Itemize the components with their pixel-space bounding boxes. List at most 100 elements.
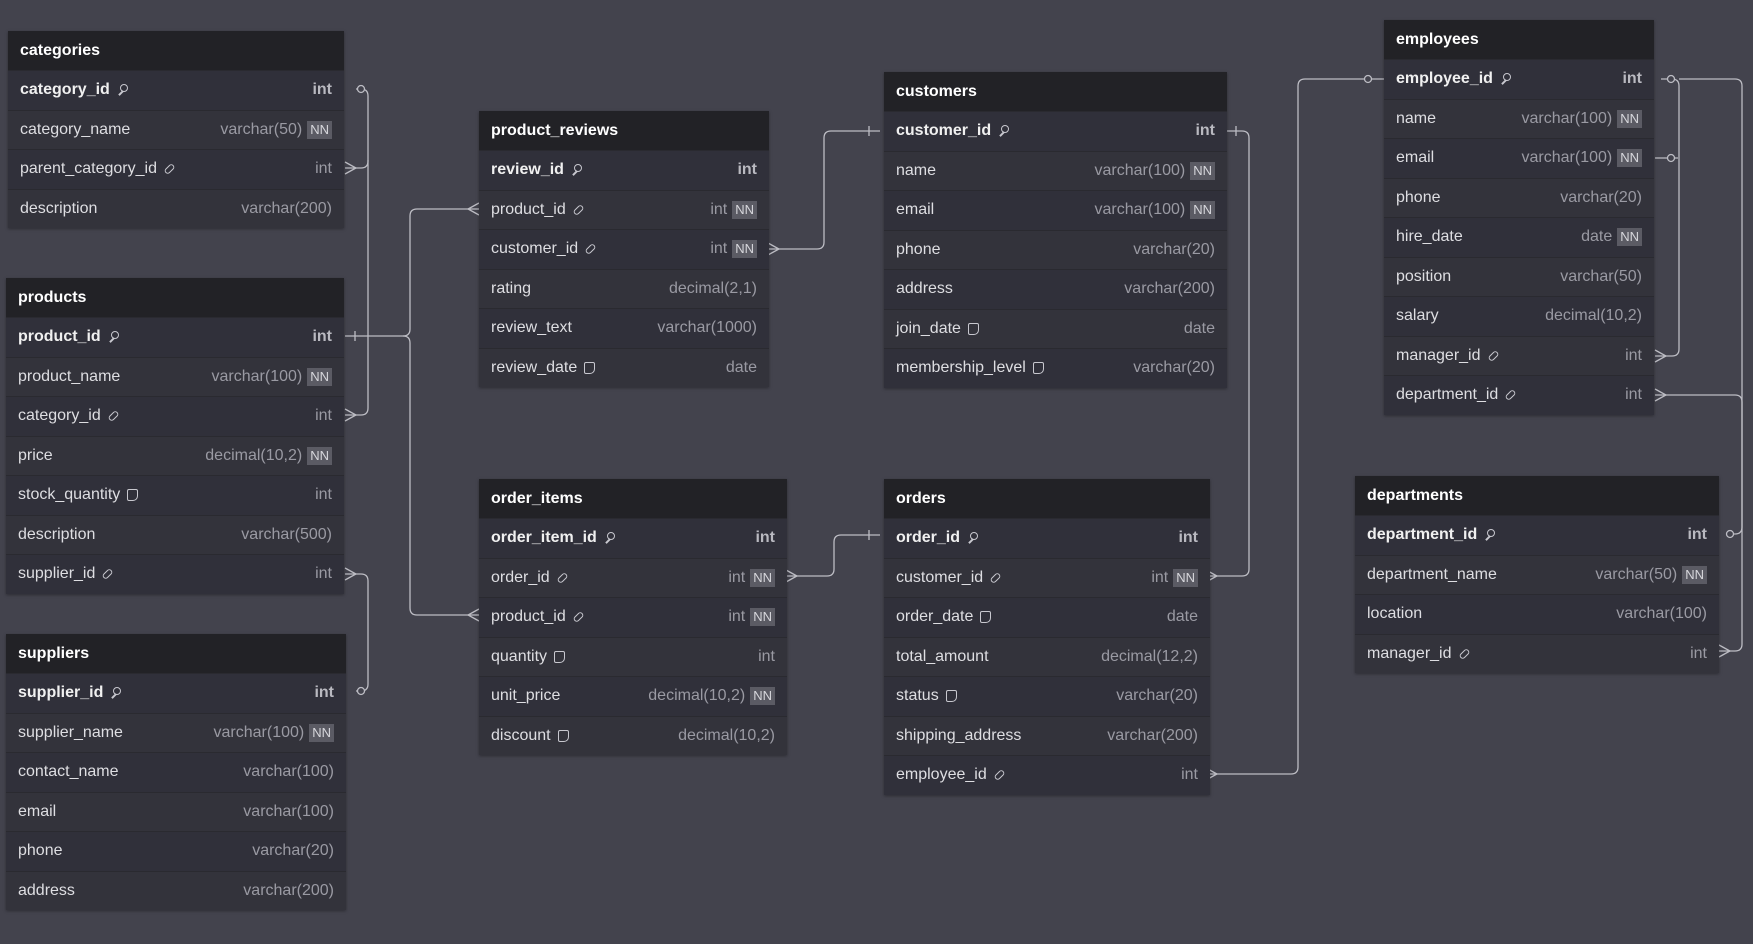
- field-row[interactable]: shipping_address varchar(200): [884, 715, 1210, 755]
- field-type-wrap: int: [737, 161, 757, 179]
- table-header[interactable]: categories: [8, 31, 344, 70]
- link-icon: [989, 572, 1001, 584]
- not-null-badge: NN: [750, 608, 775, 627]
- table-header[interactable]: orders: [884, 479, 1210, 518]
- not-null-badge: NN: [1190, 201, 1215, 220]
- field-row[interactable]: price decimal(10,2) NN: [6, 435, 344, 475]
- field-name-wrap: email: [18, 803, 56, 821]
- field-name: review_date: [491, 358, 578, 376]
- field-type-wrap: int NN: [728, 568, 775, 587]
- field-row[interactable]: quantity int: [479, 636, 787, 676]
- field-row[interactable]: location varchar(100): [1355, 594, 1719, 634]
- field-row[interactable]: description varchar(200): [8, 188, 344, 228]
- field-row[interactable]: product_name varchar(100) NN: [6, 356, 344, 396]
- key-icon: [1483, 529, 1496, 541]
- field-name-wrap: department_id: [1367, 526, 1496, 544]
- field-type: varchar(100): [1094, 161, 1186, 179]
- field-row[interactable]: parent_category_id int: [8, 149, 344, 189]
- field-row[interactable]: join_date date: [884, 308, 1227, 348]
- field-row[interactable]: status varchar(20): [884, 676, 1210, 716]
- table-header[interactable]: employees: [1384, 20, 1654, 59]
- field-row[interactable]: order_id int NN: [479, 557, 787, 597]
- field-row[interactable]: customer_id int: [884, 111, 1227, 151]
- field-row[interactable]: supplier_id int: [6, 673, 346, 713]
- field-row[interactable]: employee_id int: [1384, 59, 1654, 99]
- field-row[interactable]: membership_level varchar(20): [884, 348, 1227, 388]
- table-header[interactable]: products: [6, 278, 344, 317]
- field-row[interactable]: contact_name varchar(100): [6, 752, 346, 792]
- field-name: contact_name: [18, 763, 119, 781]
- field-row[interactable]: address varchar(200): [884, 269, 1227, 309]
- field-row[interactable]: review_id int: [479, 150, 769, 190]
- field-row[interactable]: order_item_id int: [479, 518, 787, 558]
- table-header[interactable]: suppliers: [6, 634, 346, 673]
- field-row[interactable]: product_id int NN: [479, 597, 787, 637]
- categories-table[interactable]: categories category_id int category_name var…: [8, 31, 344, 228]
- field-row[interactable]: name varchar(100) NN: [884, 150, 1227, 190]
- field-row[interactable]: order_date date: [884, 597, 1210, 637]
- field-row[interactable]: supplier_name varchar(100) NN: [6, 712, 346, 752]
- customers-table[interactable]: customers customer_id int name varchar(100) N…: [884, 72, 1227, 388]
- rel-categories-products: [345, 160, 369, 416]
- field-row[interactable]: description varchar(500): [6, 514, 344, 554]
- field-row[interactable]: rating decimal(2,1): [479, 268, 769, 308]
- field-type: int: [315, 486, 332, 504]
- field-row[interactable]: review_text varchar(1000): [479, 308, 769, 348]
- field-row[interactable]: product_id int NN: [479, 189, 769, 229]
- field-name-wrap: phone: [896, 241, 941, 259]
- field-type: varchar(100): [1521, 109, 1613, 127]
- field-row[interactable]: review_date date: [479, 347, 769, 387]
- field-row[interactable]: phone varchar(20): [1384, 177, 1654, 217]
- field-name-wrap: stock_quantity: [18, 486, 139, 504]
- field-name: review_id: [491, 161, 564, 179]
- departments-table[interactable]: departments department_id int department_na…: [1355, 476, 1719, 673]
- field-row[interactable]: department_id int: [1355, 515, 1719, 555]
- field-row[interactable]: category_id int: [8, 70, 344, 110]
- field-row[interactable]: category_name varchar(50) NN: [8, 109, 344, 149]
- field-name: review_text: [491, 319, 572, 337]
- field-row[interactable]: product_id int: [6, 317, 344, 357]
- field-row[interactable]: department_name varchar(50) NN: [1355, 554, 1719, 594]
- field-row[interactable]: employee_id int: [884, 755, 1210, 795]
- table-body: product_id int product_name varchar(100) NN c…: [6, 317, 344, 594]
- table-header[interactable]: departments: [1355, 476, 1719, 515]
- field-row[interactable]: customer_id int NN: [884, 557, 1210, 597]
- field-name: address: [18, 881, 75, 899]
- field-row[interactable]: supplier_id int: [6, 554, 344, 594]
- field-row[interactable]: position varchar(50): [1384, 256, 1654, 296]
- product-reviews-table[interactable]: product_reviews review_id int product_id int…: [479, 111, 769, 387]
- orders-table[interactable]: orders order_id int customer_id int NN order_d…: [884, 479, 1210, 795]
- field-row[interactable]: email varchar(100) NN: [1384, 138, 1654, 178]
- not-null-badge: NN: [307, 367, 332, 386]
- field-row[interactable]: email varchar(100) NN: [884, 190, 1227, 230]
- table-header[interactable]: order_items: [479, 479, 787, 518]
- suppliers-table[interactable]: suppliers supplier_id int supplier_name varc…: [6, 634, 346, 910]
- field-row[interactable]: address varchar(200): [6, 870, 346, 910]
- field-type: varchar(200): [241, 199, 332, 217]
- field-row[interactable]: stock_quantity int: [6, 475, 344, 515]
- field-row[interactable]: order_id int: [884, 518, 1210, 558]
- field-row[interactable]: discount decimal(10,2): [479, 715, 787, 755]
- products-table[interactable]: products product_id int product_name varchar…: [6, 278, 344, 594]
- field-row[interactable]: phone varchar(20): [6, 831, 346, 871]
- field-row[interactable]: phone varchar(20): [884, 229, 1227, 269]
- field-row[interactable]: manager_id int: [1384, 335, 1654, 375]
- field-row[interactable]: email varchar(100): [6, 791, 346, 831]
- field-name-wrap: category_id: [18, 407, 119, 425]
- key-icon: [997, 125, 1010, 137]
- field-row[interactable]: department_id int: [1384, 375, 1654, 415]
- employees-table[interactable]: employees employee_id int name varchar(100) N…: [1384, 20, 1654, 415]
- field-row[interactable]: unit_price decimal(10,2) NN: [479, 676, 787, 716]
- field-row[interactable]: hire_date date NN: [1384, 217, 1654, 257]
- field-row[interactable]: name varchar(100) NN: [1384, 98, 1654, 138]
- field-row[interactable]: total_amount decimal(12,2): [884, 636, 1210, 676]
- field-row[interactable]: category_id int: [6, 396, 344, 436]
- field-row[interactable]: customer_id int NN: [479, 229, 769, 269]
- field-row[interactable]: manager_id int: [1355, 633, 1719, 673]
- key-icon: [109, 687, 122, 699]
- field-row[interactable]: salary decimal(10,2): [1384, 296, 1654, 336]
- field-name: product_id: [18, 328, 101, 346]
- order-items-table[interactable]: order_items order_item_id int order_id int NN…: [479, 479, 787, 755]
- table-header[interactable]: product_reviews: [479, 111, 769, 150]
- table-header[interactable]: customers: [884, 72, 1227, 111]
